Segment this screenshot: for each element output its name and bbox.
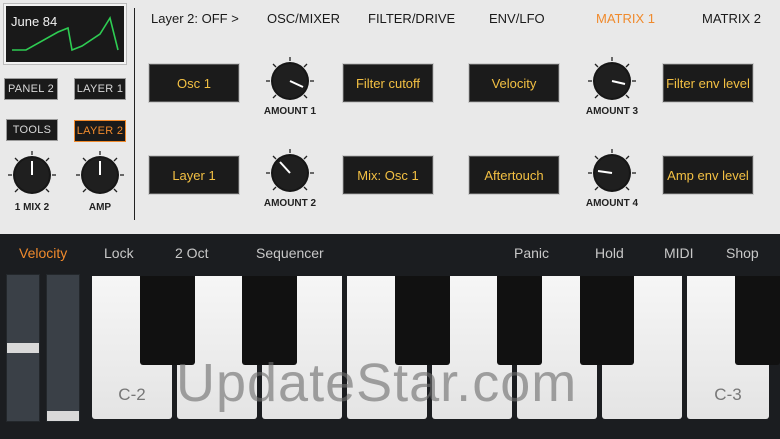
- modulation-handle[interactable]: [47, 411, 79, 421]
- amount-4-knob[interactable]: [584, 145, 640, 201]
- modulation-strip[interactable]: [46, 274, 80, 422]
- amount-1-knob[interactable]: [262, 53, 318, 109]
- matrix-3-source[interactable]: Velocity: [469, 64, 559, 102]
- panic-button[interactable]: Panic: [514, 245, 549, 261]
- pitch-bend-strip[interactable]: [6, 274, 40, 422]
- matrix-4-source[interactable]: Aftertouch: [469, 156, 559, 194]
- amp-knob-label: AMP: [88, 202, 112, 213]
- amount-2-knob[interactable]: [262, 145, 318, 201]
- matrix-4-destination[interactable]: Amp env level: [663, 156, 753, 194]
- matrix-1-source[interactable]: Osc 1: [149, 64, 239, 102]
- tools-button[interactable]: TOOLS: [6, 119, 58, 141]
- knob-icon: [588, 149, 636, 192]
- watermark-text: UpdateStar.com: [176, 353, 578, 413]
- knob-icon: [76, 151, 124, 194]
- mix-knob[interactable]: [4, 147, 60, 203]
- matrix-2-destination[interactable]: Mix: Osc 1: [343, 156, 433, 194]
- octave-range-button[interactable]: 2 Oct: [175, 245, 208, 261]
- tab-osc-mixer[interactable]: OSC/MIXER: [267, 11, 340, 26]
- tab-env-lfo[interactable]: ENV/LFO: [489, 11, 545, 26]
- matrix-1-destination[interactable]: Filter cutoff: [343, 64, 433, 102]
- matrix-2-source[interactable]: Layer 1: [149, 156, 239, 194]
- amount-3-knob[interactable]: [584, 53, 640, 109]
- tab-filter-drive[interactable]: FILTER/DRIVE: [368, 11, 455, 26]
- key-label-c2: C-2: [118, 385, 146, 404]
- amp-knob[interactable]: [72, 147, 128, 203]
- amount-2-label: AMOUNT 2: [263, 198, 317, 209]
- knob-icon: [8, 151, 56, 194]
- sequencer-button[interactable]: Sequencer: [256, 245, 324, 261]
- velocity-button[interactable]: Velocity: [19, 245, 67, 261]
- tab-layer-2[interactable]: Layer 2: OFF >: [151, 11, 239, 26]
- piano-key-c-sharp-upper[interactable]: [735, 276, 780, 365]
- lock-button[interactable]: Lock: [104, 245, 134, 261]
- shop-button[interactable]: Shop: [726, 245, 759, 261]
- hold-button[interactable]: Hold: [595, 245, 624, 261]
- matrix-3-destination[interactable]: Filter env level: [663, 64, 753, 102]
- knob-icon: [266, 57, 314, 100]
- knob-icon: [266, 149, 314, 192]
- sidebar-divider: [134, 8, 135, 220]
- midi-button[interactable]: MIDI: [664, 245, 694, 261]
- amount-3-label: AMOUNT 3: [585, 106, 639, 117]
- knob-icon: [588, 57, 636, 100]
- tab-matrix-1[interactable]: MATRIX 1: [596, 11, 655, 26]
- preset-name: June 84: [11, 14, 58, 29]
- synth-panel: June 84 PANEL 2 LAYER 1 TOOLS LAYER 2 1 …: [0, 0, 780, 234]
- amount-1-label: AMOUNT 1: [263, 106, 317, 117]
- layer-1-button[interactable]: LAYER 1: [74, 78, 126, 100]
- layer-2-button[interactable]: LAYER 2: [74, 120, 126, 142]
- panel-2-button[interactable]: PANEL 2: [4, 78, 58, 100]
- tab-matrix-2[interactable]: MATRIX 2: [702, 11, 761, 26]
- pitch-bend-handle[interactable]: [7, 343, 39, 353]
- amount-4-label: AMOUNT 4: [585, 198, 639, 209]
- key-label-c3: C-3: [714, 385, 742, 404]
- preset-display[interactable]: June 84: [3, 3, 127, 65]
